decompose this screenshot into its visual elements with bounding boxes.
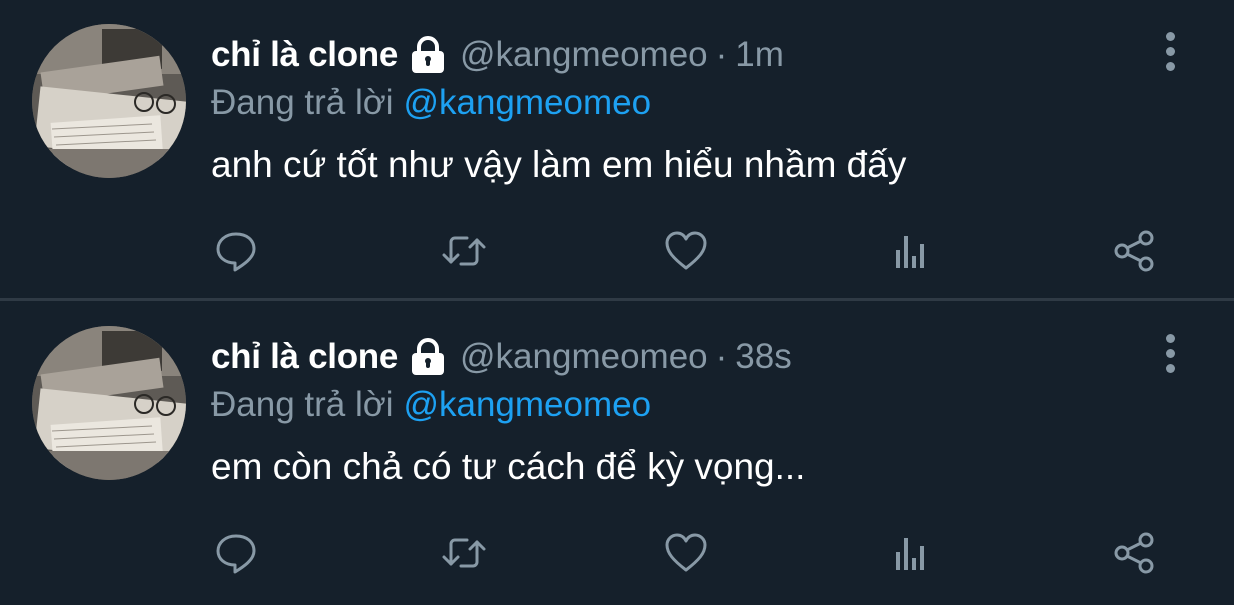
tweet-text: anh cứ tốt như vậy làm em hiểu nhầm đấy [211, 144, 907, 185]
timestamp[interactable]: 1m [735, 35, 784, 75]
tweet-header: chỉ là clone @kangmeomeo · 1m [211, 30, 784, 80]
tweet-actions [0, 527, 1234, 583]
tweet[interactable]: chỉ là clone @kangmeomeo · 38s Đang trả … [0, 302, 1234, 605]
tweet-header: chỉ là clone @kangmeomeo · 38s [211, 332, 792, 382]
display-name[interactable]: chỉ là clone [211, 337, 398, 377]
avatar-photo [32, 326, 186, 480]
reply-icon [216, 534, 256, 574]
retweet-icon [442, 236, 486, 266]
more-options-icon[interactable] [1152, 28, 1188, 74]
like-icon [665, 533, 707, 572]
like-button[interactable] [660, 527, 712, 579]
tweet[interactable]: chỉ là clone @kangmeomeo · 1m Đang trả l… [0, 0, 1234, 300]
avatar[interactable] [32, 24, 186, 178]
avatar[interactable] [32, 326, 186, 480]
tweet-divider [0, 298, 1234, 301]
tweet-text: em còn chả có tư cách để kỳ vọng... [211, 446, 806, 487]
analytics-button[interactable] [884, 527, 936, 579]
retweet-button[interactable] [438, 527, 490, 579]
avatar-photo [32, 24, 186, 178]
separator-dot: · [715, 337, 728, 376]
more-options-icon[interactable] [1152, 330, 1188, 376]
separator-dot: · [715, 35, 728, 74]
reply-context: Đang trả lời @kangmeomeo [211, 80, 651, 126]
reply-prefix: Đang trả lời [211, 83, 394, 122]
user-handle[interactable]: @kangmeomeo [460, 35, 708, 75]
reply-mention-link[interactable]: @kangmeomeo [403, 385, 651, 425]
share-button[interactable] [1108, 225, 1160, 277]
lock-icon [408, 35, 448, 75]
user-handle[interactable]: @kangmeomeo [460, 337, 708, 377]
share-button[interactable] [1108, 527, 1160, 579]
reply-icon [216, 232, 256, 272]
lock-icon [408, 337, 448, 377]
tweet-feed: chỉ là clone @kangmeomeo · 1m Đang trả l… [0, 0, 1234, 605]
retweet-button[interactable] [438, 225, 490, 277]
reply-mention-link[interactable]: @kangmeomeo [403, 83, 651, 123]
share-icon [1114, 532, 1154, 574]
like-icon [665, 231, 707, 270]
share-icon [1114, 230, 1154, 272]
retweet-icon [442, 538, 486, 568]
like-button[interactable] [660, 225, 712, 277]
reply-context: Đang trả lời @kangmeomeo [211, 382, 651, 428]
tweet-actions [0, 225, 1234, 281]
reply-button[interactable] [210, 225, 262, 277]
reply-prefix: Đang trả lời [211, 385, 394, 424]
analytics-icon [896, 538, 924, 570]
analytics-icon [896, 236, 924, 268]
reply-button[interactable] [210, 527, 262, 579]
analytics-button[interactable] [884, 225, 936, 277]
timestamp[interactable]: 38s [735, 337, 791, 377]
display-name[interactable]: chỉ là clone [211, 35, 398, 75]
